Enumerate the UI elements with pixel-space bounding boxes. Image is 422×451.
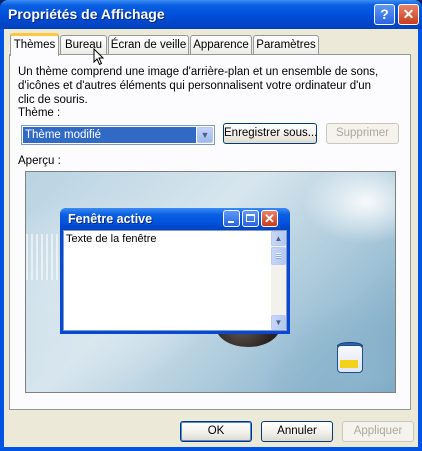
minimize-icon — [223, 210, 240, 227]
delete-button: Supprimer — [326, 123, 399, 144]
tab-themes[interactable]: Thèmes — [10, 33, 59, 56]
help-button[interactable]: ? — [374, 4, 395, 25]
tab-screensaver[interactable]: Écran de veille — [108, 35, 189, 54]
recycle-bin-icon — [337, 345, 363, 373]
ok-button[interactable]: OK — [180, 421, 252, 442]
chevron-down-icon[interactable]: ▼ — [197, 127, 213, 143]
window-title: Propriétés de Affichage — [8, 6, 165, 22]
cancel-button[interactable]: Annuler — [261, 421, 333, 442]
theme-label: Thème : — [18, 107, 61, 119]
dialog-client-area: Thèmes Bureau Écran de veille Apparence … — [4, 29, 418, 447]
mouse-cursor-icon — [93, 48, 105, 66]
preview-label: Aperçu : — [18, 155, 61, 167]
preview-window-title: Fenêtre active — [68, 212, 153, 226]
close-icon: ✕ — [261, 210, 278, 227]
preview-scrollbar: ▲ ▼ — [271, 231, 286, 330]
save-as-button[interactable]: Enregistrer sous... — [223, 123, 317, 144]
preview-window-client: Texte de la fenêtre ▲ ▼ — [63, 230, 287, 331]
preview-title-bar: Fenêtre active ✕ — [60, 208, 290, 230]
preview-window-text: Texte de la fenêtre — [66, 233, 157, 245]
title-bar[interactable]: Propriétés de Affichage ? ✕ — [0, 0, 422, 29]
theme-preview: Fenêtre active ✕ Texte de la fenêtre ▲ ▼ — [25, 171, 396, 393]
theme-dropdown[interactable]: Thème modifié ▼ — [21, 125, 215, 145]
close-button[interactable]: ✕ — [398, 4, 419, 25]
theme-selected-value: Thème modifié — [23, 127, 196, 143]
scroll-up-icon: ▲ — [271, 231, 286, 246]
scroll-thumb — [271, 247, 286, 265]
themes-description: Un thème comprend une image d'arrière-pl… — [18, 66, 379, 106]
recycle-bin-icon-fill — [340, 360, 358, 368]
tab-appearance[interactable]: Apparence — [190, 35, 252, 54]
preview-active-window: Fenêtre active ✕ Texte de la fenêtre ▲ ▼ — [60, 208, 290, 334]
maximize-icon — [242, 210, 259, 227]
tab-settings[interactable]: Paramètres — [253, 35, 319, 54]
wallpaper-frost — [26, 234, 62, 280]
apply-button: Appliquer — [342, 421, 414, 442]
scroll-down-icon: ▼ — [271, 315, 286, 330]
display-properties-window: Propriétés de Affichage ? ✕ Thèmes Burea… — [0, 0, 422, 451]
